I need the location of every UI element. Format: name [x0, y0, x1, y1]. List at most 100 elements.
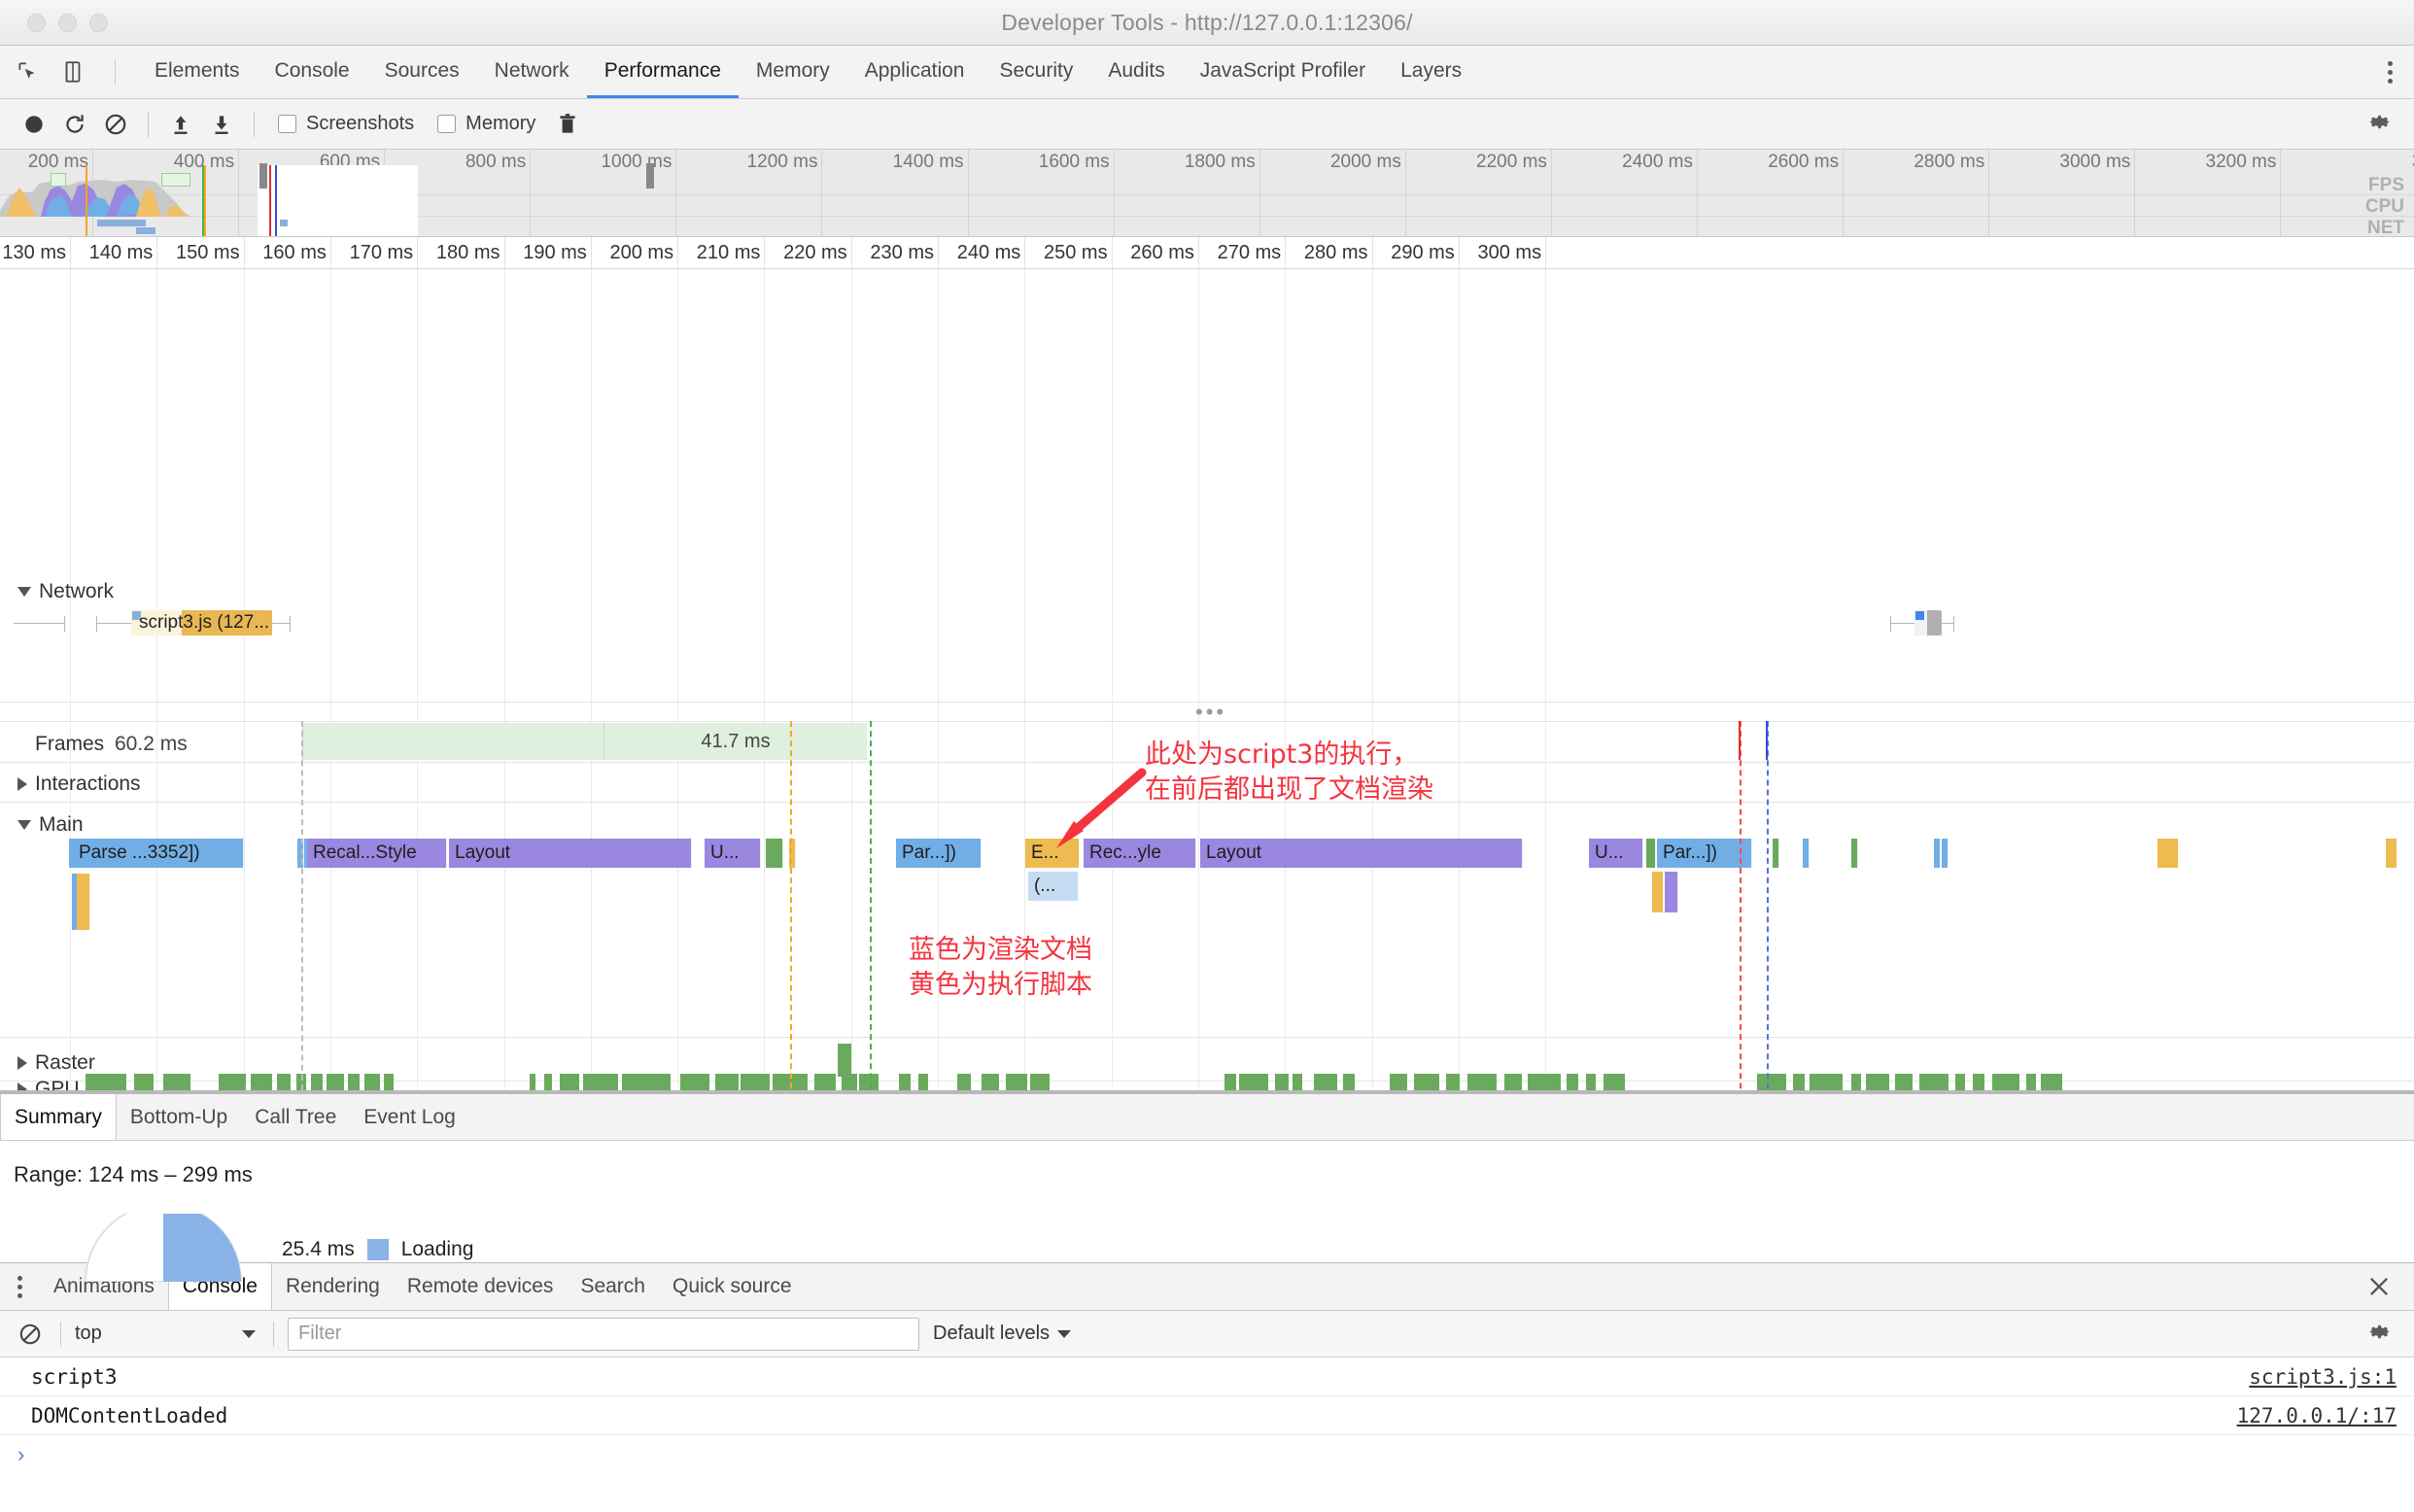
- gpu-block[interactable]: [1030, 1074, 1050, 1090]
- gpu-block[interactable]: [530, 1074, 535, 1090]
- flame-event-sub-yellow[interactable]: [1652, 872, 1664, 912]
- track-header-frames[interactable]: Frames: [35, 733, 104, 756]
- flame-event-marker-e[interactable]: [1942, 839, 1948, 868]
- save-profile-button[interactable]: [201, 105, 242, 144]
- frame-box[interactable]: 41.7 ms: [604, 723, 867, 760]
- flame-event-marker-g[interactable]: [2386, 839, 2397, 868]
- gpu-block[interactable]: [1919, 1074, 1948, 1090]
- flame-event-marker-c[interactable]: [1851, 839, 1858, 868]
- gpu-block[interactable]: [1414, 1074, 1439, 1090]
- flame-event-anonymous-fn[interactable]: (...: [1028, 872, 1079, 901]
- gpu-block[interactable]: [1604, 1074, 1625, 1090]
- tab-performance[interactable]: Performance: [587, 46, 739, 98]
- devtools-more-options[interactable]: [2388, 61, 2414, 84]
- kebab-menu-icon[interactable]: [2388, 61, 2393, 84]
- flame-event-marker-d[interactable]: [1934, 839, 1941, 868]
- tab-layers[interactable]: Layers: [1383, 46, 1479, 98]
- gpu-block[interactable]: [1866, 1074, 1889, 1090]
- tab-application[interactable]: Application: [847, 46, 983, 98]
- console-log-levels-selector[interactable]: Default levels: [933, 1323, 1071, 1345]
- network-request-secondary[interactable]: [1914, 610, 1942, 636]
- subtab-call-tree[interactable]: Call Tree: [241, 1094, 350, 1140]
- console-context-selector[interactable]: top: [75, 1323, 259, 1345]
- flame-event-update-layer-tree-2[interactable]: U...: [1589, 839, 1643, 868]
- flame-event-layout-2[interactable]: Layout: [1200, 839, 1523, 868]
- track-header-raster[interactable]: Raster: [17, 1051, 95, 1075]
- performance-settings-button[interactable]: [2366, 109, 2414, 140]
- flame-event-paint[interactable]: [766, 839, 783, 868]
- flame-event-marker-b[interactable]: [1803, 839, 1810, 868]
- memory-checkbox[interactable]: Memory: [437, 113, 535, 135]
- gpu-block[interactable]: [251, 1074, 272, 1090]
- gpu-block[interactable]: [918, 1074, 928, 1090]
- frame-box[interactable]: [302, 723, 604, 760]
- gpu-block[interactable]: [86, 1074, 126, 1090]
- flame-event-marker-a[interactable]: [1773, 839, 1779, 868]
- gpu-block[interactable]: [544, 1074, 552, 1090]
- gpu-block[interactable]: [1895, 1074, 1913, 1090]
- flame-event-recalculate-style[interactable]: Recal...Style: [307, 839, 447, 868]
- chevron-down-icon[interactable]: [242, 1330, 256, 1338]
- flame-event-paint-2[interactable]: [1646, 839, 1656, 868]
- collect-garbage-button[interactable]: [547, 105, 588, 144]
- flame-event-parse-sub[interactable]: Par...]): [896, 839, 982, 868]
- screenshots-checkbox-box[interactable]: [278, 115, 296, 133]
- drawer-tab-rendering[interactable]: Rendering: [272, 1263, 394, 1310]
- network-request-script3[interactable]: script3.js (127...: [131, 610, 272, 636]
- gpu-block[interactable]: [1224, 1074, 1236, 1090]
- tab-memory[interactable]: Memory: [739, 46, 847, 98]
- flame-event-parse-3352[interactable]: Parse ...3352]): [73, 839, 244, 868]
- gpu-block[interactable]: [680, 1074, 709, 1090]
- gpu-block[interactable]: [364, 1074, 380, 1090]
- gpu-block[interactable]: [842, 1074, 857, 1090]
- gpu-block[interactable]: [277, 1074, 291, 1090]
- gpu-block[interactable]: [2041, 1074, 2062, 1090]
- clear-recording-button[interactable]: [95, 105, 136, 144]
- gpu-block[interactable]: [859, 1074, 879, 1090]
- gpu-block[interactable]: [1992, 1074, 2019, 1090]
- gpu-block[interactable]: [311, 1074, 323, 1090]
- console-filter-input[interactable]: Filter: [288, 1318, 919, 1351]
- overview-selection-handle[interactable]: [259, 163, 267, 189]
- console-message-source-link[interactable]: script3.js:1: [2249, 1365, 2397, 1389]
- subtab-event-log[interactable]: Event Log: [350, 1094, 469, 1140]
- reload-and-record-button[interactable]: [54, 105, 95, 144]
- tab-audits[interactable]: Audits: [1090, 46, 1182, 98]
- gpu-block[interactable]: [982, 1074, 999, 1090]
- tab-javascript-profiler[interactable]: JavaScript Profiler: [1183, 46, 1383, 98]
- gpu-block[interactable]: [1586, 1074, 1596, 1090]
- gpu-block[interactable]: [219, 1074, 246, 1090]
- tab-security[interactable]: Security: [982, 46, 1090, 98]
- flame-event-layout[interactable]: Layout: [449, 839, 692, 868]
- gpu-block[interactable]: [1528, 1074, 1561, 1090]
- gpu-block[interactable]: [1851, 1074, 1861, 1090]
- gpu-block[interactable]: [348, 1074, 360, 1090]
- screenshots-checkbox[interactable]: Screenshots: [278, 113, 414, 135]
- record-button[interactable]: [14, 105, 54, 144]
- chevron-down-icon[interactable]: [1057, 1330, 1071, 1338]
- load-profile-button[interactable]: [160, 105, 201, 144]
- gpu-block[interactable]: [583, 1074, 618, 1090]
- gpu-block[interactable]: [1239, 1074, 1268, 1090]
- tab-network[interactable]: Network: [477, 46, 587, 98]
- gpu-block[interactable]: [384, 1074, 394, 1090]
- gpu-block[interactable]: [1314, 1074, 1337, 1090]
- gpu-block[interactable]: [899, 1074, 911, 1090]
- track-header-main[interactable]: Main: [17, 813, 84, 837]
- gpu-block[interactable]: [1293, 1074, 1302, 1090]
- inspect-element-icon[interactable]: [14, 57, 43, 86]
- timeline-overview[interactable]: FPS CPU NET 200 ms400 ms600 ms800 ms1000…: [0, 150, 2414, 237]
- gpu-block[interactable]: [2026, 1074, 2036, 1090]
- gpu-block[interactable]: [1343, 1074, 1355, 1090]
- gpu-block[interactable]: [741, 1074, 770, 1090]
- gpu-block[interactable]: [1810, 1074, 1843, 1090]
- console-clear-button[interactable]: [14, 1318, 47, 1351]
- subtab-summary[interactable]: Summary: [0, 1094, 117, 1140]
- console-settings-button[interactable]: [2366, 1319, 2414, 1350]
- track-header-network[interactable]: Network: [17, 580, 114, 603]
- timeline-flame-chart[interactable]: Network script3.js (127... ••• Frames 60…: [0, 269, 2414, 1090]
- flame-event-parse-html-final[interactable]: Par...]): [1657, 839, 1752, 868]
- gpu-block[interactable]: [1006, 1074, 1027, 1090]
- console-prompt[interactable]: ›: [0, 1435, 2414, 1474]
- gpu-block[interactable]: [1567, 1074, 1578, 1090]
